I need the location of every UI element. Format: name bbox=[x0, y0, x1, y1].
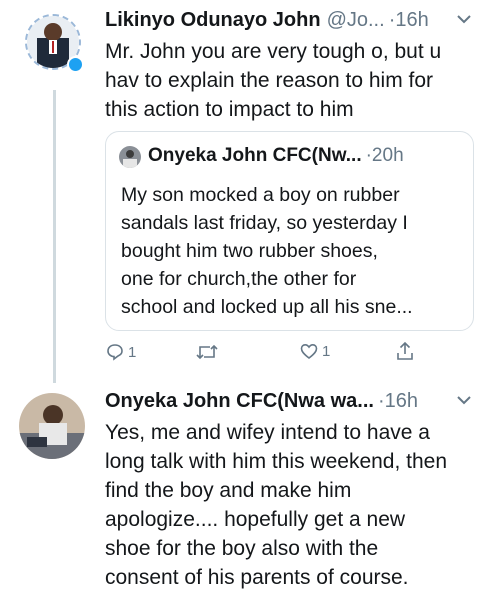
heart-icon bbox=[300, 343, 318, 360]
quoted-text-line: bought him two rubber shoes, bbox=[121, 240, 378, 262]
reply-button[interactable]: 1 bbox=[106, 343, 136, 361]
tweet-text-line: hav to explain the reason to him for bbox=[105, 69, 434, 92]
timestamp[interactable]: ·16h bbox=[389, 9, 429, 32]
tweet-text-line: long talk with him this weekend, then bbox=[105, 450, 448, 473]
retweet-icon bbox=[196, 344, 218, 360]
quoted-avatar-image bbox=[119, 146, 141, 168]
username[interactable]: @Jo... bbox=[327, 9, 385, 32]
quoted-timestamp: ·20h bbox=[365, 145, 404, 166]
share-icon bbox=[397, 341, 413, 360]
like-button[interactable]: 1 bbox=[300, 343, 330, 360]
quoted-text-line: sandals last friday, so yesterday I bbox=[121, 212, 408, 234]
quoted-text-line: one for church,the other for bbox=[121, 268, 357, 290]
messenger-badge-icon bbox=[67, 56, 84, 73]
chevron-down-icon[interactable] bbox=[457, 395, 471, 405]
chevron-down-icon[interactable] bbox=[457, 14, 471, 24]
avatar[interactable] bbox=[19, 393, 85, 459]
display-name[interactable]: Likinyo Odunayo John bbox=[105, 9, 321, 32]
thread-connector bbox=[53, 90, 56, 383]
tweet-text-line: Mr. John you are very tough o, but u bbox=[105, 40, 442, 63]
tweet-text: Yes, me and wifey intend to have a long … bbox=[105, 418, 495, 592]
quoted-text: My son mocked a boy on rubber sandals la… bbox=[121, 181, 466, 321]
display-name[interactable]: Onyeka John CFC(Nwa wa... bbox=[105, 390, 374, 413]
share-button[interactable] bbox=[396, 341, 414, 361]
quoted-display-name: Onyeka John CFC(Nw... bbox=[148, 145, 362, 166]
reply-icon bbox=[107, 344, 123, 361]
quoted-text-line: My son mocked a boy on rubber bbox=[121, 184, 400, 206]
avatar-image bbox=[19, 393, 85, 459]
quoted-text-line: school and locked up all his sne... bbox=[121, 296, 413, 318]
tweet-header: Onyeka John CFC(Nwa wa... ·16h bbox=[105, 390, 418, 413]
like-count: 1 bbox=[322, 343, 331, 360]
tweet-header: Likinyo Odunayo John @Jo... ·16h bbox=[105, 9, 429, 32]
tweet-text-line: consent of his parents of course. bbox=[105, 566, 409, 589]
tweet-text-line: this action to impact to him bbox=[105, 98, 354, 121]
tweet-text-line: Yes, me and wifey intend to have a bbox=[105, 421, 430, 444]
tweet-text-line: apologize.... hopefully get a new bbox=[105, 508, 406, 531]
tweet-text-line: shoe for the boy also with the bbox=[105, 537, 379, 560]
reply-count: 1 bbox=[128, 343, 137, 361]
tweet-text: Mr. John you are very tough o, but u hav… bbox=[105, 37, 485, 124]
timestamp[interactable]: ·16h bbox=[378, 390, 418, 413]
retweet-button[interactable] bbox=[195, 343, 219, 361]
quoted-header: Onyeka John CFC(Nw... ·20h bbox=[148, 145, 404, 167]
quoted-avatar bbox=[119, 146, 141, 168]
tweet-text-line: find the boy and make him bbox=[105, 479, 352, 502]
